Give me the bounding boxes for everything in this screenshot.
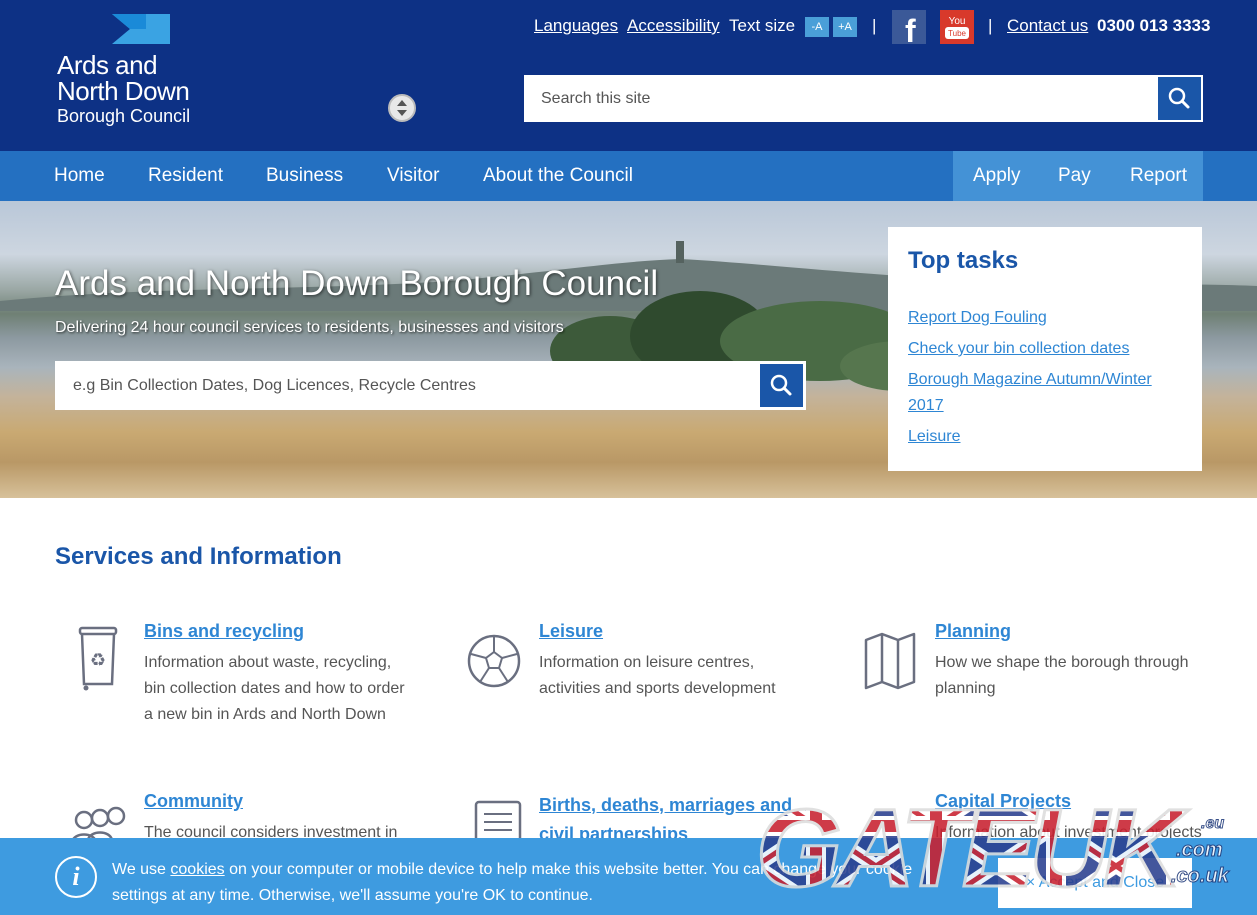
logo-line-3: Borough Council [57,106,191,126]
site-search-input[interactable] [525,76,1158,121]
youtube-glyph-bottom: Tube [948,29,966,38]
watermark-couk: .co.uk [1171,865,1230,887]
top-task-link[interactable]: Check your bin collection dates [908,336,1182,362]
service-title-leisure[interactable]: Leisure [539,621,603,642]
nav-pay[interactable]: Pay [1058,151,1091,201]
separator: | [988,16,993,35]
hero-banner: Ards and North Down Borough Council Deli… [0,201,1257,498]
logo-line-2: North Down [57,76,190,106]
map-icon [864,632,916,690]
scroll-toggle-icon[interactable] [388,94,416,122]
top-tasks-panel: Top tasks Report Dog Fouling Check your … [888,227,1202,471]
nav-home[interactable]: Home [54,151,105,201]
hero-search-button[interactable] [760,364,803,407]
youtube-icon[interactable]: You Tube [940,10,974,44]
nav-business[interactable]: Business [266,151,343,201]
logo-flag-icon [112,14,170,44]
info-icon: i [55,856,97,898]
service-title-planning[interactable]: Planning [935,621,1011,642]
service-title-bins[interactable]: Bins and recycling [144,621,304,642]
hero-search [55,361,806,410]
languages-link[interactable]: Languages [534,12,618,40]
service-title-community[interactable]: Community [144,791,243,812]
nav-apply[interactable]: Apply [973,151,1021,201]
phone-number[interactable]: 0300 013 3333 [1097,12,1210,40]
council-logo[interactable]: Ards and North Down Borough Council [57,14,217,129]
watermark-text: GATEUK [756,787,1190,910]
watermark-com: .com [1176,839,1223,861]
site-search [524,75,1203,122]
nav-about-council[interactable]: About the Council [483,151,633,201]
site-search-button[interactable] [1158,77,1201,120]
search-icon [770,374,792,396]
nav-visitor[interactable]: Visitor [387,151,439,201]
services-title: Services and Information [55,543,342,570]
logo-line-1: Ards and [57,50,158,80]
text-size-increase-button[interactable]: +A [833,17,857,37]
main-nav: Home Resident Business Visitor About the… [0,151,1257,201]
svg-text:♻: ♻ [90,650,106,670]
top-task-link[interactable]: Leisure [908,424,1182,450]
top-tasks-title: Top tasks [908,247,1019,274]
contact-us-link[interactable]: Contact us [1007,12,1088,40]
football-icon [467,634,521,688]
hero-title: Ards and North Down Borough Council [55,264,659,303]
youtube-glyph-top: You [949,16,966,27]
service-desc-leisure: Information on leisure centres, activiti… [539,654,776,697]
top-task-link[interactable]: Borough Magazine Autumn/Winter 2017 [908,367,1182,419]
gateuk-watermark-logo: GATEUK .com .co.uk .eu [756,786,1230,910]
bin-icon: ♻ [78,626,118,691]
top-task-link[interactable]: Report Dog Fouling [908,305,1182,331]
service-desc-bins: Information about waste, recycling, bin … [144,654,405,723]
hero-subtitle: Delivering 24 hour council services to r… [55,319,564,336]
watermark-eu: .eu [1201,815,1224,832]
separator: | [872,16,877,35]
facebook-glyph: f [905,13,916,44]
cookies-link[interactable]: cookies [170,861,224,878]
text-size-decrease-button[interactable]: -A [805,17,829,37]
hero-search-input[interactable] [55,361,755,410]
accessibility-link[interactable]: Accessibility [627,12,720,40]
service-desc-planning: How we shape the borough through plannin… [935,654,1189,697]
nav-report[interactable]: Report [1130,151,1187,201]
facebook-icon[interactable]: f [892,10,926,49]
text-size-label: Text size [729,16,796,35]
logo-text: Ards and North Down Borough Council [57,52,190,128]
search-icon [1168,87,1190,109]
site-header: Ards and North Down Borough Council Lang… [0,0,1257,151]
cookie-text-before: We use [112,861,171,878]
nav-resident[interactable]: Resident [148,151,223,201]
